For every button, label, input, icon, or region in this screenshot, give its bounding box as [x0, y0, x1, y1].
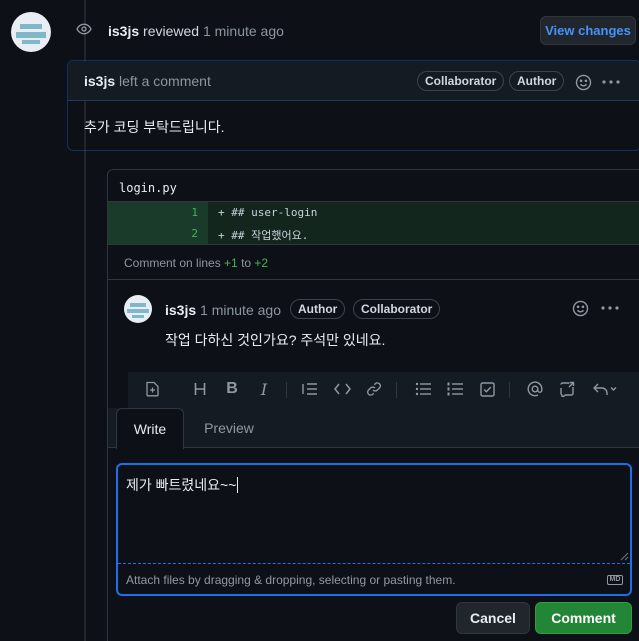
- comment-textarea[interactable]: 제가 빠트렸네요~~: [118, 465, 630, 563]
- heading-icon[interactable]: [191, 380, 209, 398]
- mention-icon[interactable]: [526, 380, 544, 398]
- quote-icon[interactable]: [301, 380, 319, 398]
- italic-icon[interactable]: I: [255, 380, 273, 399]
- line-number[interactable]: 2: [178, 227, 198, 240]
- comment-action: left a comment: [119, 73, 211, 89]
- reply-icon[interactable]: [589, 380, 621, 398]
- resize-handle[interactable]: [619, 551, 629, 561]
- smiley-icon[interactable]: [573, 72, 593, 92]
- reply-body: 작업 다하신 것인가요? 주석만 있네요.: [165, 332, 386, 348]
- add-file-icon[interactable]: [143, 380, 161, 398]
- cancel-button[interactable]: Cancel: [456, 602, 530, 634]
- diff-code: + ## user-login: [218, 206, 318, 219]
- comment-body: 추가 코딩 부탁드립니다.: [84, 119, 225, 135]
- avatar[interactable]: [124, 295, 152, 323]
- comment-card: is3js left a comment Collaborator Author…: [67, 60, 639, 151]
- tab-preview[interactable]: Preview: [192, 408, 266, 448]
- tab-write[interactable]: Write: [116, 408, 184, 449]
- code-icon[interactable]: [333, 380, 351, 398]
- cross-reference-icon[interactable]: [558, 380, 576, 398]
- line-number[interactable]: 1: [178, 206, 198, 219]
- eye-icon: [74, 20, 94, 38]
- kebab-icon[interactable]: [599, 298, 621, 318]
- comment-range: Comment on lines +1 to +2: [124, 256, 269, 270]
- comment-author-link[interactable]: is3js: [84, 73, 115, 89]
- author-badge: Author: [290, 299, 346, 319]
- comment-textarea-wrapper: 제가 빠트렸네요~~ Attach files by dragging & dr…: [116, 463, 632, 596]
- avatar[interactable]: [11, 12, 51, 52]
- diff-code: + ## 작업했어요.: [218, 229, 309, 242]
- diff-line: 1 + ## user-login: [108, 202, 639, 223]
- author-badge: Author: [509, 71, 565, 91]
- review-action: reviewed: [143, 23, 200, 39]
- review-thread: login.py 1 + ## user-login 2 + ## 작업했어요.…: [107, 169, 639, 641]
- numbered-list-icon[interactable]: [446, 380, 464, 398]
- review-time[interactable]: 1 minute ago: [203, 23, 284, 39]
- comment-submit-button[interactable]: Comment: [535, 602, 632, 634]
- bulleted-list-icon[interactable]: [414, 380, 432, 398]
- collaborator-badge: Collaborator: [353, 299, 441, 319]
- collaborator-badge: Collaborator: [417, 71, 505, 91]
- bold-icon[interactable]: B: [223, 380, 241, 398]
- attach-hint[interactable]: Attach files by dragging & dropping, sel…: [126, 573, 456, 587]
- file-name[interactable]: login.py: [119, 181, 177, 195]
- kebab-icon[interactable]: [600, 72, 622, 92]
- smiley-icon[interactable]: [570, 298, 590, 318]
- review-header: is3js reviewed 1 minute ago: [108, 23, 284, 39]
- link-icon[interactable]: [365, 380, 383, 398]
- review-author-link[interactable]: is3js: [108, 23, 139, 39]
- markdown-icon[interactable]: MD: [607, 575, 623, 585]
- task-list-icon[interactable]: [478, 380, 496, 398]
- view-changes-button[interactable]: View changes: [540, 16, 636, 45]
- diff-line: 2 + ## 작업했어요.: [108, 223, 639, 244]
- reply-time[interactable]: 1 minute ago: [200, 302, 281, 318]
- editor-tabs-bar: [108, 408, 639, 448]
- reply-author-link[interactable]: is3js: [165, 302, 196, 318]
